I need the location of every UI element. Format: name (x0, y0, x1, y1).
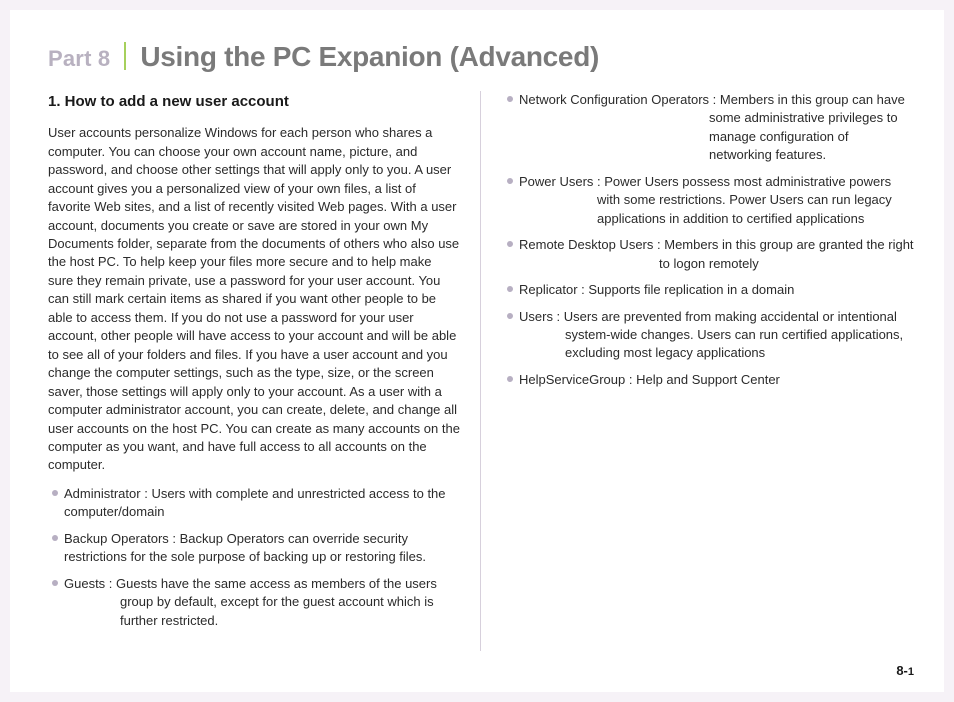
list-item: HelpServiceGroup : Help and Support Cent… (503, 371, 914, 389)
document-page: Part 8 Using the PC Expanion (Advanced) … (10, 10, 944, 692)
list-item: Power Users : Power Users possess most a… (503, 173, 914, 228)
list-item: Backup Operators : Backup Operators can … (48, 530, 460, 567)
item-label: Remote Desktop Users : (519, 237, 661, 252)
item-label: Replicator : (519, 282, 585, 297)
chapter-number: 8- (896, 663, 908, 678)
part-label: Part 8 (48, 46, 110, 72)
item-desc: Members in this group can have some admi… (709, 92, 905, 162)
list-item: Users : Users are prevented from making … (503, 308, 914, 363)
page-title: Using the PC Expanion (Advanced) (140, 41, 599, 73)
list-item: Replicator : Supports file replication i… (503, 281, 914, 299)
list-item: Remote Desktop Users : Members in this g… (503, 236, 914, 273)
section-body: User accounts personalize Windows for ea… (48, 124, 460, 475)
list-item: Network Configuration Operators : Member… (503, 91, 914, 165)
item-desc: Members in this group are granted the ri… (659, 237, 914, 270)
right-column: Network Configuration Operators : Member… (481, 91, 914, 651)
section-heading: 1. How to add a new user account (48, 91, 460, 112)
page-header: Part 8 Using the PC Expanion (Advanced) (48, 38, 914, 73)
page-index: 1 (908, 666, 914, 678)
item-label: HelpServiceGroup : (519, 372, 632, 387)
item-desc: Help and Support Center (636, 372, 780, 387)
list-item: Guests : Guests have the same access as … (48, 575, 460, 630)
header-divider (124, 42, 126, 70)
item-label: Administrator : (64, 486, 148, 501)
item-label: Power Users : (519, 174, 601, 189)
item-desc: Users are prevented from making accident… (564, 309, 903, 361)
content-columns: 1. How to add a new user account User ac… (48, 91, 914, 651)
item-desc: Guests have the same access as members o… (116, 576, 437, 628)
page-number: 8-1 (896, 663, 914, 678)
item-desc: Power Users possess most administrative … (597, 174, 892, 226)
item-label: Guests : (64, 576, 112, 591)
left-column: 1. How to add a new user account User ac… (48, 91, 481, 651)
item-label: Backup Operators : (64, 531, 176, 546)
item-desc: Supports file replication in a domain (588, 282, 794, 297)
list-item: Administrator : Users with complete and … (48, 485, 460, 522)
item-label: Network Configuration Operators : (519, 92, 716, 107)
item-label: Users : (519, 309, 560, 324)
